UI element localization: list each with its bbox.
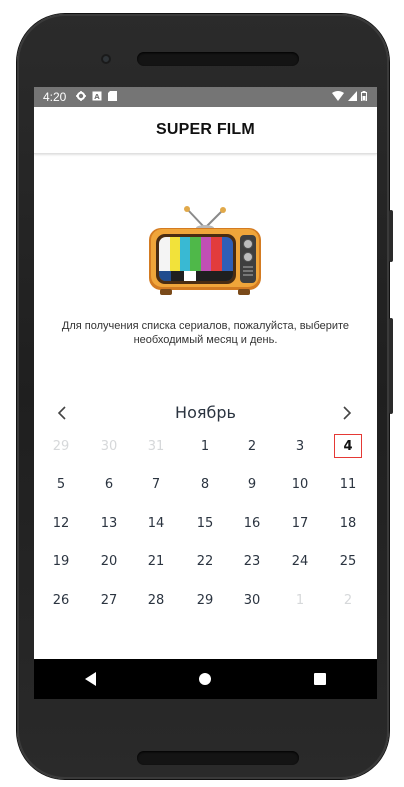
calendar-week-row: 12 13 14 15 16 17 18 bbox=[34, 511, 377, 550]
recents-button[interactable] bbox=[300, 659, 340, 699]
calendar-day[interactable]: 15 bbox=[191, 511, 219, 535]
sd-card-icon bbox=[108, 90, 118, 104]
system-nav-bar bbox=[34, 659, 377, 699]
calendar-grid: 29 30 31 1 2 3 4 5 6 7 8 9 10 11 12 13 14 15 16 17 18 19 20 21 2… bbox=[34, 434, 377, 627]
calendar-day[interactable]: 7 bbox=[142, 473, 170, 497]
calendar-day[interactable]: 28 bbox=[142, 588, 170, 612]
calendar-day[interactable]: 11 bbox=[334, 473, 362, 497]
calendar-day-outside-month: 1 bbox=[295, 592, 305, 608]
calendar-day[interactable]: 26 bbox=[47, 588, 75, 612]
calendar-day[interactable]: 30 bbox=[238, 588, 266, 612]
calendar-day-outside-month: 31 bbox=[147, 438, 165, 454]
calendar-day[interactable]: 20 bbox=[95, 550, 123, 574]
month-header: Ноябрь bbox=[34, 399, 377, 427]
calendar-day[interactable]: 22 bbox=[191, 550, 219, 574]
instruction-text: Для получения списка сериалов, пожалуйст… bbox=[61, 320, 350, 346]
calendar-day[interactable]: 14 bbox=[142, 511, 170, 535]
calendar-day[interactable]: 16 bbox=[238, 511, 266, 535]
settings-icon bbox=[76, 90, 87, 104]
calendar-week-row: 5 6 7 8 9 10 11 bbox=[34, 473, 377, 512]
battery-icon bbox=[361, 90, 367, 104]
calendar-day[interactable]: 12 bbox=[47, 511, 75, 535]
calendar-day[interactable]: 8 bbox=[191, 473, 219, 497]
status-bar: 4:20 A bbox=[34, 87, 377, 107]
recents-icon bbox=[313, 673, 326, 685]
calendar-day[interactable]: 9 bbox=[238, 473, 266, 497]
calendar-day-outside-month: 30 bbox=[100, 438, 118, 454]
svg-text:A: A bbox=[95, 93, 101, 101]
calendar-week-row: 29 30 31 1 2 3 4 bbox=[34, 434, 377, 473]
calendar-day[interactable]: 25 bbox=[334, 550, 362, 574]
calendar-day-selected[interactable]: 4 bbox=[334, 434, 362, 458]
calendar-day[interactable]: 18 bbox=[334, 511, 362, 535]
status-time: 4:20 bbox=[43, 90, 67, 104]
calendar-day[interactable]: 1 bbox=[191, 434, 219, 458]
calendar-day[interactable]: 23 bbox=[238, 550, 266, 574]
home-icon bbox=[199, 673, 212, 685]
calendar-day-outside-month: 29 bbox=[52, 438, 70, 454]
calendar-week-row: 26 27 28 29 30 1 2 bbox=[34, 588, 377, 627]
calendar-week-row: 19 20 21 22 23 24 25 bbox=[34, 550, 377, 589]
earpiece-speaker bbox=[137, 52, 299, 66]
back-button[interactable] bbox=[71, 659, 111, 699]
power-button bbox=[389, 210, 393, 262]
calendar-day[interactable]: 6 bbox=[95, 473, 123, 497]
home-button[interactable] bbox=[185, 659, 225, 699]
calendar-day[interactable]: 5 bbox=[47, 473, 75, 497]
chevron-right-icon bbox=[343, 406, 352, 420]
calendar-day[interactable]: 27 bbox=[95, 588, 123, 612]
calendar-day[interactable]: 19 bbox=[47, 550, 75, 574]
volume-button bbox=[389, 318, 393, 414]
next-month-button[interactable] bbox=[335, 401, 359, 425]
app-bar: SUPER FILM bbox=[34, 107, 377, 154]
tv-illustration bbox=[144, 205, 266, 297]
calendar-day[interactable]: 21 bbox=[142, 550, 170, 574]
calendar-day[interactable]: 24 bbox=[286, 550, 314, 574]
app-title: SUPER FILM bbox=[156, 121, 255, 138]
calendar-day-outside-month: 2 bbox=[343, 592, 353, 608]
wifi-icon bbox=[332, 90, 344, 104]
bottom-speaker bbox=[137, 751, 299, 765]
calendar-day[interactable]: 13 bbox=[95, 511, 123, 535]
calendar-day[interactable]: 17 bbox=[286, 511, 314, 535]
signal-icon bbox=[348, 90, 357, 104]
back-icon bbox=[85, 672, 97, 686]
front-camera bbox=[101, 54, 111, 64]
calendar-day[interactable]: 3 bbox=[286, 434, 314, 458]
calendar-day[interactable]: 29 bbox=[191, 588, 219, 612]
screen: 4:20 A SUPER FILM Для получения списка с… bbox=[34, 87, 377, 699]
month-title: Ноябрь bbox=[175, 403, 236, 422]
a-icon: A bbox=[92, 91, 102, 104]
calendar-day[interactable]: 10 bbox=[286, 473, 314, 497]
calendar-day[interactable]: 2 bbox=[238, 434, 266, 458]
